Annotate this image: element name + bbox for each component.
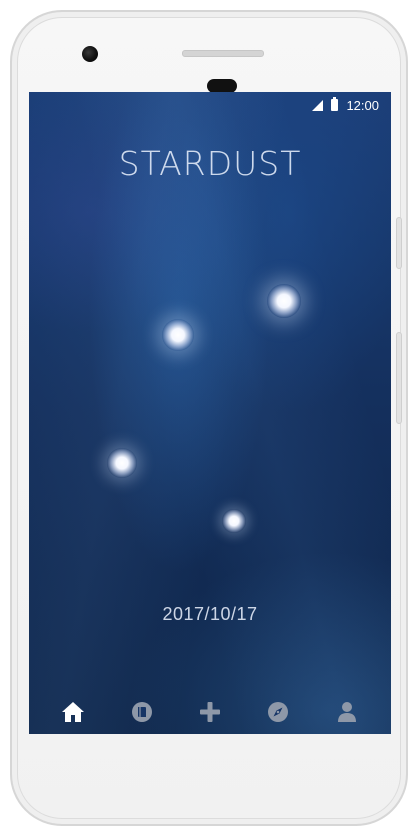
earpiece-speaker [182, 50, 264, 57]
signal-icon [312, 99, 324, 111]
star-dot[interactable] [222, 509, 246, 533]
bottom-nav [29, 690, 391, 734]
device-mockup: 12:00 STARDUST 2017/10/17 [0, 0, 420, 836]
nav-add[interactable] [190, 692, 230, 732]
app-screen: 12:00 STARDUST 2017/10/17 [29, 92, 391, 734]
compass-icon [268, 702, 289, 722]
power-button [396, 217, 402, 269]
app-title: STARDUST [118, 144, 302, 183]
home-icon [62, 702, 85, 722]
journal-icon [131, 702, 152, 722]
profile-icon [337, 702, 356, 722]
nav-explore[interactable] [258, 692, 298, 732]
nav-journal[interactable] [122, 692, 162, 732]
star-dot[interactable] [107, 448, 137, 478]
date-label: 2017/10/17 [162, 604, 258, 624]
proximity-sensor [207, 79, 237, 93]
add-icon [199, 702, 220, 722]
nav-profile[interactable] [327, 692, 367, 732]
star-dot[interactable] [267, 284, 301, 318]
status-time: 12:00 [346, 97, 379, 113]
star-dot[interactable] [162, 319, 194, 351]
battery-icon [331, 97, 339, 111]
volume-button [396, 332, 402, 424]
nav-home[interactable] [53, 692, 93, 732]
front-camera [82, 46, 98, 62]
status-bar: 12:00 [29, 92, 391, 118]
